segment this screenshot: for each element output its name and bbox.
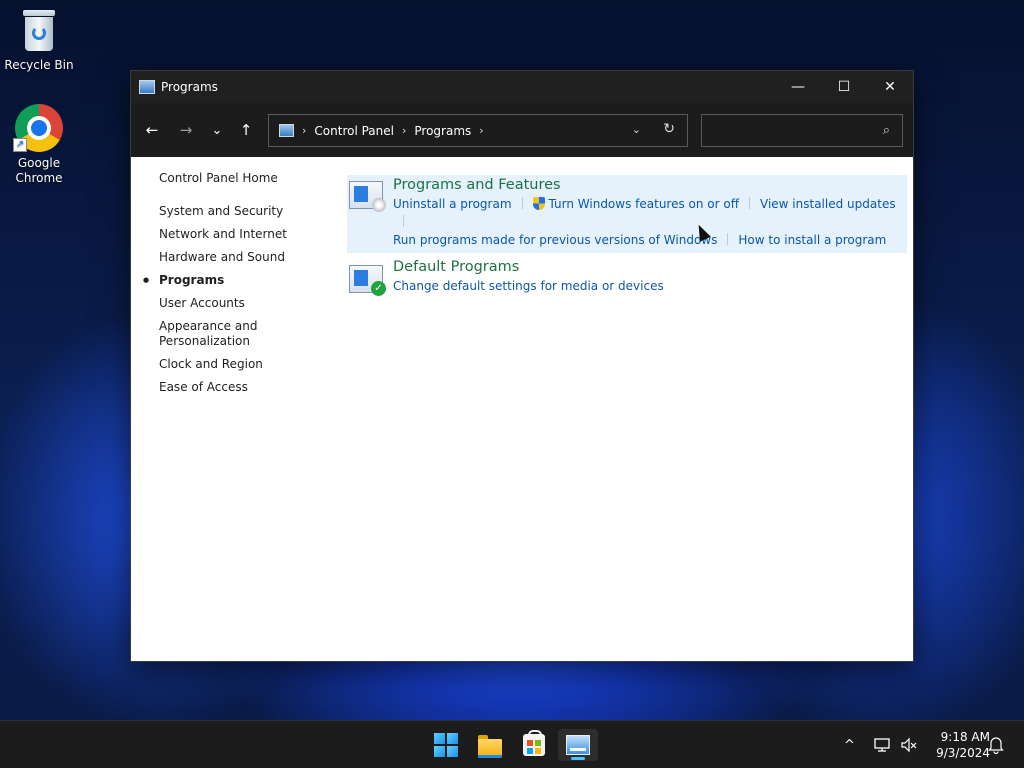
network-status[interactable] — [874, 721, 892, 768]
microsoft-store-button[interactable] — [514, 729, 554, 761]
sidebar-item-appearance-and-personalization[interactable]: Appearance and Personalization — [159, 319, 269, 349]
windows-logo-icon — [434, 733, 458, 757]
breadcrumb-separator[interactable]: › — [402, 124, 406, 137]
desktop-icon-label: Recycle Bin — [4, 58, 74, 72]
section-heading-default-programs[interactable]: Default Programs — [393, 259, 907, 275]
section-heading-programs-and-features[interactable]: Programs and Features — [393, 177, 907, 193]
search-icon[interactable]: ⌕ — [883, 123, 890, 138]
clock-date: 9/3/2024 — [936, 746, 990, 760]
window-title: Programs — [161, 80, 218, 94]
section-links: Uninstall a program Turn Windows features… — [393, 195, 907, 249]
sidebar-item-ease-of-access[interactable]: Ease of Access — [159, 380, 319, 395]
section-default-programs: Default Programs Change default settings… — [347, 259, 907, 296]
notifications-button[interactable] — [988, 721, 1004, 768]
breadcrumb-control-panel[interactable]: Control Panel — [314, 124, 394, 138]
address-bar[interactable]: › Control Panel › Programs › ⌄ ↻ — [268, 114, 688, 147]
sidebar-item-hardware-and-sound[interactable]: Hardware and Sound — [159, 250, 319, 265]
file-explorer-button[interactable] — [470, 729, 510, 761]
link-divider — [727, 233, 729, 245]
sidebar-item-clock-and-region[interactable]: Clock and Region — [159, 357, 319, 372]
refresh-button[interactable]: ↻ — [663, 121, 675, 137]
windows-features-link[interactable]: Turn Windows features on or off — [549, 197, 740, 211]
search-input[interactable] — [702, 115, 902, 146]
back-button[interactable]: ← — [137, 115, 167, 145]
address-dropdown-button[interactable]: ⌄ — [632, 123, 641, 136]
recent-locations-button[interactable]: ⌄ — [202, 115, 232, 145]
up-button[interactable]: ↑ — [231, 115, 261, 145]
clock-time: 9:18 AM — [940, 730, 990, 744]
breadcrumb-programs[interactable]: Programs — [414, 124, 471, 138]
desktop-icon-recycle-bin[interactable]: Recycle Bin — [1, 8, 77, 73]
chevron-up-icon: ^ — [844, 737, 855, 753]
sidebar-item-network-and-internet[interactable]: Network and Internet — [159, 227, 319, 242]
change-default-settings-link[interactable]: Change default settings for media or dev… — [393, 279, 664, 293]
minimize-button[interactable]: — — [775, 71, 821, 103]
link-divider — [521, 197, 523, 209]
control-panel-window: Programs — ☐ ✕ ← → ⌄ ↑ › Control Panel ›… — [130, 70, 914, 662]
file-explorer-icon — [478, 735, 502, 758]
view-installed-updates-link[interactable]: View installed updates — [760, 197, 896, 211]
sidebar-item-system-and-security[interactable]: System and Security — [159, 204, 319, 219]
how-to-install-link[interactable]: How to install a program — [738, 233, 886, 247]
sidebar-item-user-accounts[interactable]: User Accounts — [159, 296, 319, 311]
volume-muted-icon — [901, 737, 917, 753]
start-button[interactable] — [426, 729, 466, 761]
search-box[interactable]: ⌕ — [701, 114, 903, 147]
breadcrumb-separator[interactable]: › — [302, 124, 306, 137]
link-divider — [749, 197, 751, 209]
sidebar-item-programs[interactable]: Programs — [143, 273, 319, 288]
control-panel-icon — [566, 735, 590, 755]
network-icon — [874, 738, 890, 752]
close-button[interactable]: ✕ — [867, 71, 913, 103]
compatibility-link[interactable]: Run programs made for previous versions … — [393, 233, 717, 247]
tray-overflow-button[interactable]: ^ — [844, 721, 855, 768]
store-icon — [523, 730, 545, 756]
forward-button[interactable]: → — [171, 115, 201, 145]
maximize-button[interactable]: ☐ — [821, 71, 867, 103]
desktop-icon-label: Google Chrome — [15, 156, 63, 185]
sidebar-item-control-panel-home[interactable]: Control Panel Home — [159, 171, 319, 186]
content-area: Control Panel Home System and Security N… — [131, 157, 913, 661]
section-programs-and-features: Programs and Features Uninstall a progra… — [347, 175, 907, 253]
navigation-bar: ← → ⌄ ↑ › Control Panel › Programs › ⌄ ↻… — [131, 103, 913, 157]
uac-shield-icon — [532, 197, 545, 210]
section-links: Change default settings for media or dev… — [393, 277, 907, 295]
bell-icon — [988, 737, 1004, 754]
control-panel-icon — [279, 124, 294, 137]
control-panel-icon — [139, 80, 155, 94]
sidebar: Control Panel Home System and Security N… — [143, 171, 319, 403]
breadcrumb-separator[interactable]: › — [479, 124, 483, 137]
recycle-bin-icon — [20, 8, 58, 54]
desktop-icon-google-chrome[interactable]: ↗ Google Chrome — [1, 104, 77, 186]
control-panel-taskbar-button[interactable] — [558, 729, 598, 761]
title-bar[interactable]: Programs — ☐ ✕ — [131, 71, 913, 103]
uninstall-program-link[interactable]: Uninstall a program — [393, 197, 512, 211]
programs-and-features-icon — [349, 181, 386, 212]
clock[interactable]: 9:18 AM 9/3/2024 — [920, 729, 990, 761]
shortcut-arrow-icon: ↗ — [13, 138, 27, 152]
default-programs-icon — [349, 265, 386, 296]
volume-status[interactable] — [900, 721, 918, 768]
link-divider — [403, 215, 404, 227]
chrome-icon: ↗ — [13, 104, 63, 152]
taskbar: ^ 9:18 AM 9/3/2024 — [0, 720, 1024, 768]
main-panel: Programs and Features Uninstall a progra… — [347, 175, 907, 296]
